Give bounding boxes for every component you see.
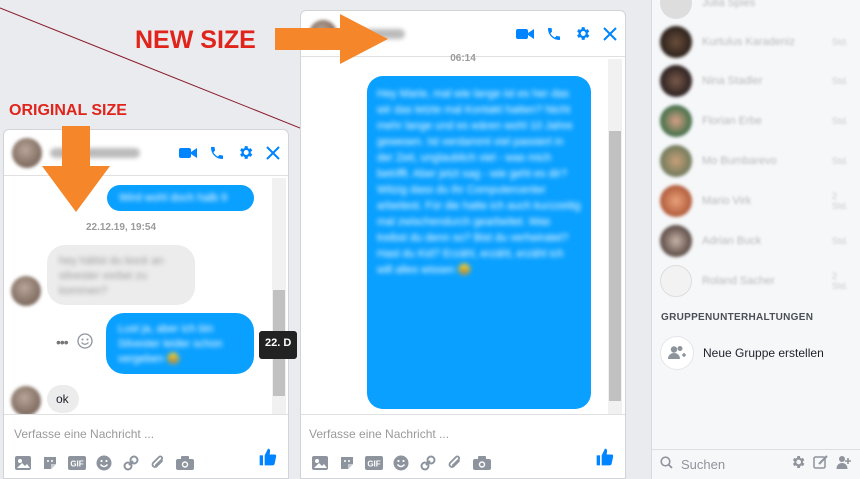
add-group-icon xyxy=(660,336,694,370)
chat-window-new: 06:14 Hey Marie, mal wie lange ist es he… xyxy=(300,10,626,479)
photo-icon[interactable] xyxy=(311,454,329,472)
message-received-ok[interactable]: ok xyxy=(47,385,79,413)
video-call-icon[interactable] xyxy=(179,146,197,160)
settings-gear-icon[interactable] xyxy=(237,144,254,161)
avatar[interactable] xyxy=(11,276,41,306)
message-sent[interactable]: Hey Marie, mal wie lange ist es her das … xyxy=(367,76,591,409)
camera-icon[interactable] xyxy=(176,454,194,472)
contact-item[interactable]: Roland Sacher 2 Std. xyxy=(660,264,848,298)
close-icon[interactable] xyxy=(266,145,280,160)
attachment-icon[interactable] xyxy=(149,454,167,472)
contacts-sidebar: Julia Spies Kurtulus Karadeniz Std. Nina… xyxy=(651,0,860,479)
message-composer[interactable]: Verfasse eine Nachricht ... GIF xyxy=(301,414,625,478)
contact-item[interactable]: Julia Spies xyxy=(660,0,755,20)
sticker-icon[interactable] xyxy=(41,454,59,472)
annotation-original-size-label: ORIGINAL SIZE xyxy=(9,102,127,119)
avatar[interactable] xyxy=(11,386,41,416)
link-icon[interactable] xyxy=(419,454,437,472)
arrow-down-icon xyxy=(42,126,110,212)
composer-input[interactable]: Verfasse eine Nachricht ... xyxy=(14,427,154,441)
gif-icon[interactable]: GIF xyxy=(68,454,86,472)
camera-icon[interactable] xyxy=(473,454,491,472)
add-contact-icon[interactable] xyxy=(836,454,852,475)
emoji-icon[interactable] xyxy=(95,454,113,472)
attachment-icon[interactable] xyxy=(446,454,464,472)
phone-icon[interactable] xyxy=(546,26,562,42)
compose-icon[interactable] xyxy=(813,454,829,475)
sidebar-search[interactable]: Suchen xyxy=(652,449,860,479)
timestamp-tooltip: 22. D xyxy=(259,331,298,359)
avatar[interactable] xyxy=(660,225,692,257)
message-sent[interactable]: Wird wohl doch halb 9 xyxy=(107,185,254,211)
search-input[interactable]: Suchen xyxy=(681,457,725,472)
close-icon[interactable] xyxy=(603,26,617,41)
message-composer[interactable]: Verfasse eine Nachricht ... GIF xyxy=(4,414,288,478)
group-section-title: GRUPPENUNTERHALTUNGEN xyxy=(661,312,814,323)
svg-text:GIF: GIF xyxy=(70,460,83,469)
scrollbar[interactable] xyxy=(608,59,622,417)
video-call-icon[interactable] xyxy=(516,27,534,41)
svg-text:GIF: GIF xyxy=(367,460,380,469)
new-group-label: Neue Gruppe erstellen xyxy=(703,346,824,360)
contact-item[interactable]: Mo Bumbarevo Std. xyxy=(660,144,848,178)
annotation-new-size-label: NEW SIZE xyxy=(135,26,256,54)
emoji-reaction-icon[interactable] xyxy=(77,333,93,354)
phone-icon[interactable] xyxy=(209,145,225,161)
gif-icon[interactable]: GIF xyxy=(365,454,383,472)
contact-item[interactable]: Adrian Buck Std. xyxy=(660,224,848,258)
avatar[interactable] xyxy=(660,105,692,137)
avatar[interactable] xyxy=(660,265,692,297)
avatar[interactable] xyxy=(660,0,692,19)
contact-item[interactable]: Nina Stadler Std. xyxy=(660,64,848,98)
sticker-icon[interactable] xyxy=(338,454,356,472)
emoji-icon[interactable] xyxy=(392,454,410,472)
settings-gear-icon[interactable] xyxy=(790,454,806,475)
settings-gear-icon[interactable] xyxy=(574,25,591,42)
search-icon xyxy=(660,455,673,474)
message-sent[interactable]: Lust ja, aber ich bin Silvester leider s… xyxy=(106,313,254,374)
photo-icon[interactable] xyxy=(14,454,32,472)
message-received[interactable]: hey hättst du bock an silvester vorbei z… xyxy=(47,245,195,305)
contact-item[interactable]: Kurtulus Karadeniz Std. xyxy=(660,25,848,59)
avatar[interactable] xyxy=(12,137,42,168)
composer-input[interactable]: Verfasse eine Nachricht ... xyxy=(309,427,449,441)
arrow-right-icon xyxy=(275,14,388,64)
avatar[interactable] xyxy=(660,26,692,58)
like-thumbs-up-icon[interactable] xyxy=(595,447,615,472)
new-group-button[interactable]: Neue Gruppe erstellen xyxy=(660,336,824,370)
scrollbar-thumb[interactable] xyxy=(609,131,621,401)
link-icon[interactable] xyxy=(122,454,140,472)
contact-item[interactable]: Mario Virk 2 Std. xyxy=(660,184,848,218)
avatar[interactable] xyxy=(660,185,692,217)
message-timestamp: 22.12.19, 19:54 xyxy=(85,222,157,233)
like-thumbs-up-icon[interactable] xyxy=(258,447,278,472)
more-options-icon[interactable]: ••• xyxy=(56,334,69,350)
avatar[interactable] xyxy=(660,65,692,97)
avatar[interactable] xyxy=(660,145,692,177)
scrollbar[interactable] xyxy=(272,178,286,416)
contact-item[interactable]: Florian Erbe Std. xyxy=(660,104,848,138)
